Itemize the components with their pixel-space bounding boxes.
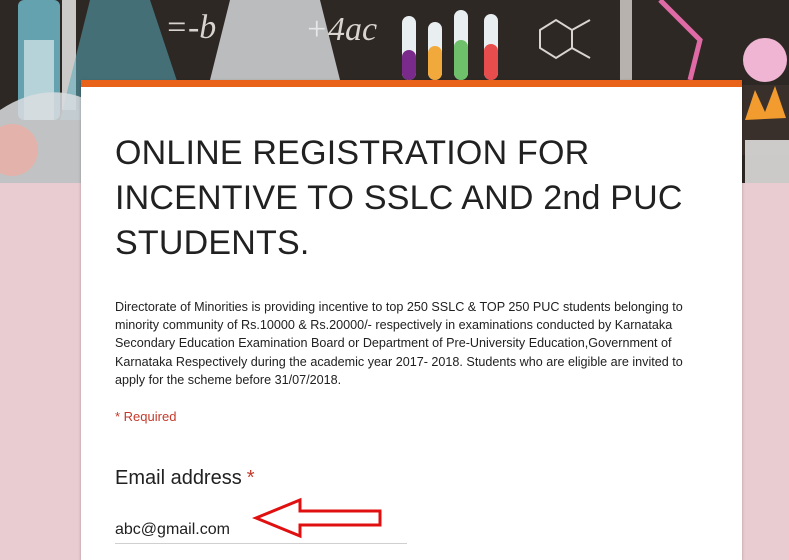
email-label-text: Email address (115, 467, 242, 489)
required-star: * (246, 467, 255, 489)
required-note: * Required (115, 409, 177, 424)
form-description: Directorate of Minorities is providing i… (115, 300, 683, 387)
email-question-label: Email address * (115, 467, 255, 490)
form-card: ONLINE REGISTRATION FOR INCENTIVE TO SSL… (81, 80, 742, 560)
form-title: ONLINE REGISTRATION FOR INCENTIVE TO SSL… (115, 134, 683, 262)
left-arrow-icon (252, 497, 382, 539)
chalk-text-1: =-b (165, 9, 216, 46)
